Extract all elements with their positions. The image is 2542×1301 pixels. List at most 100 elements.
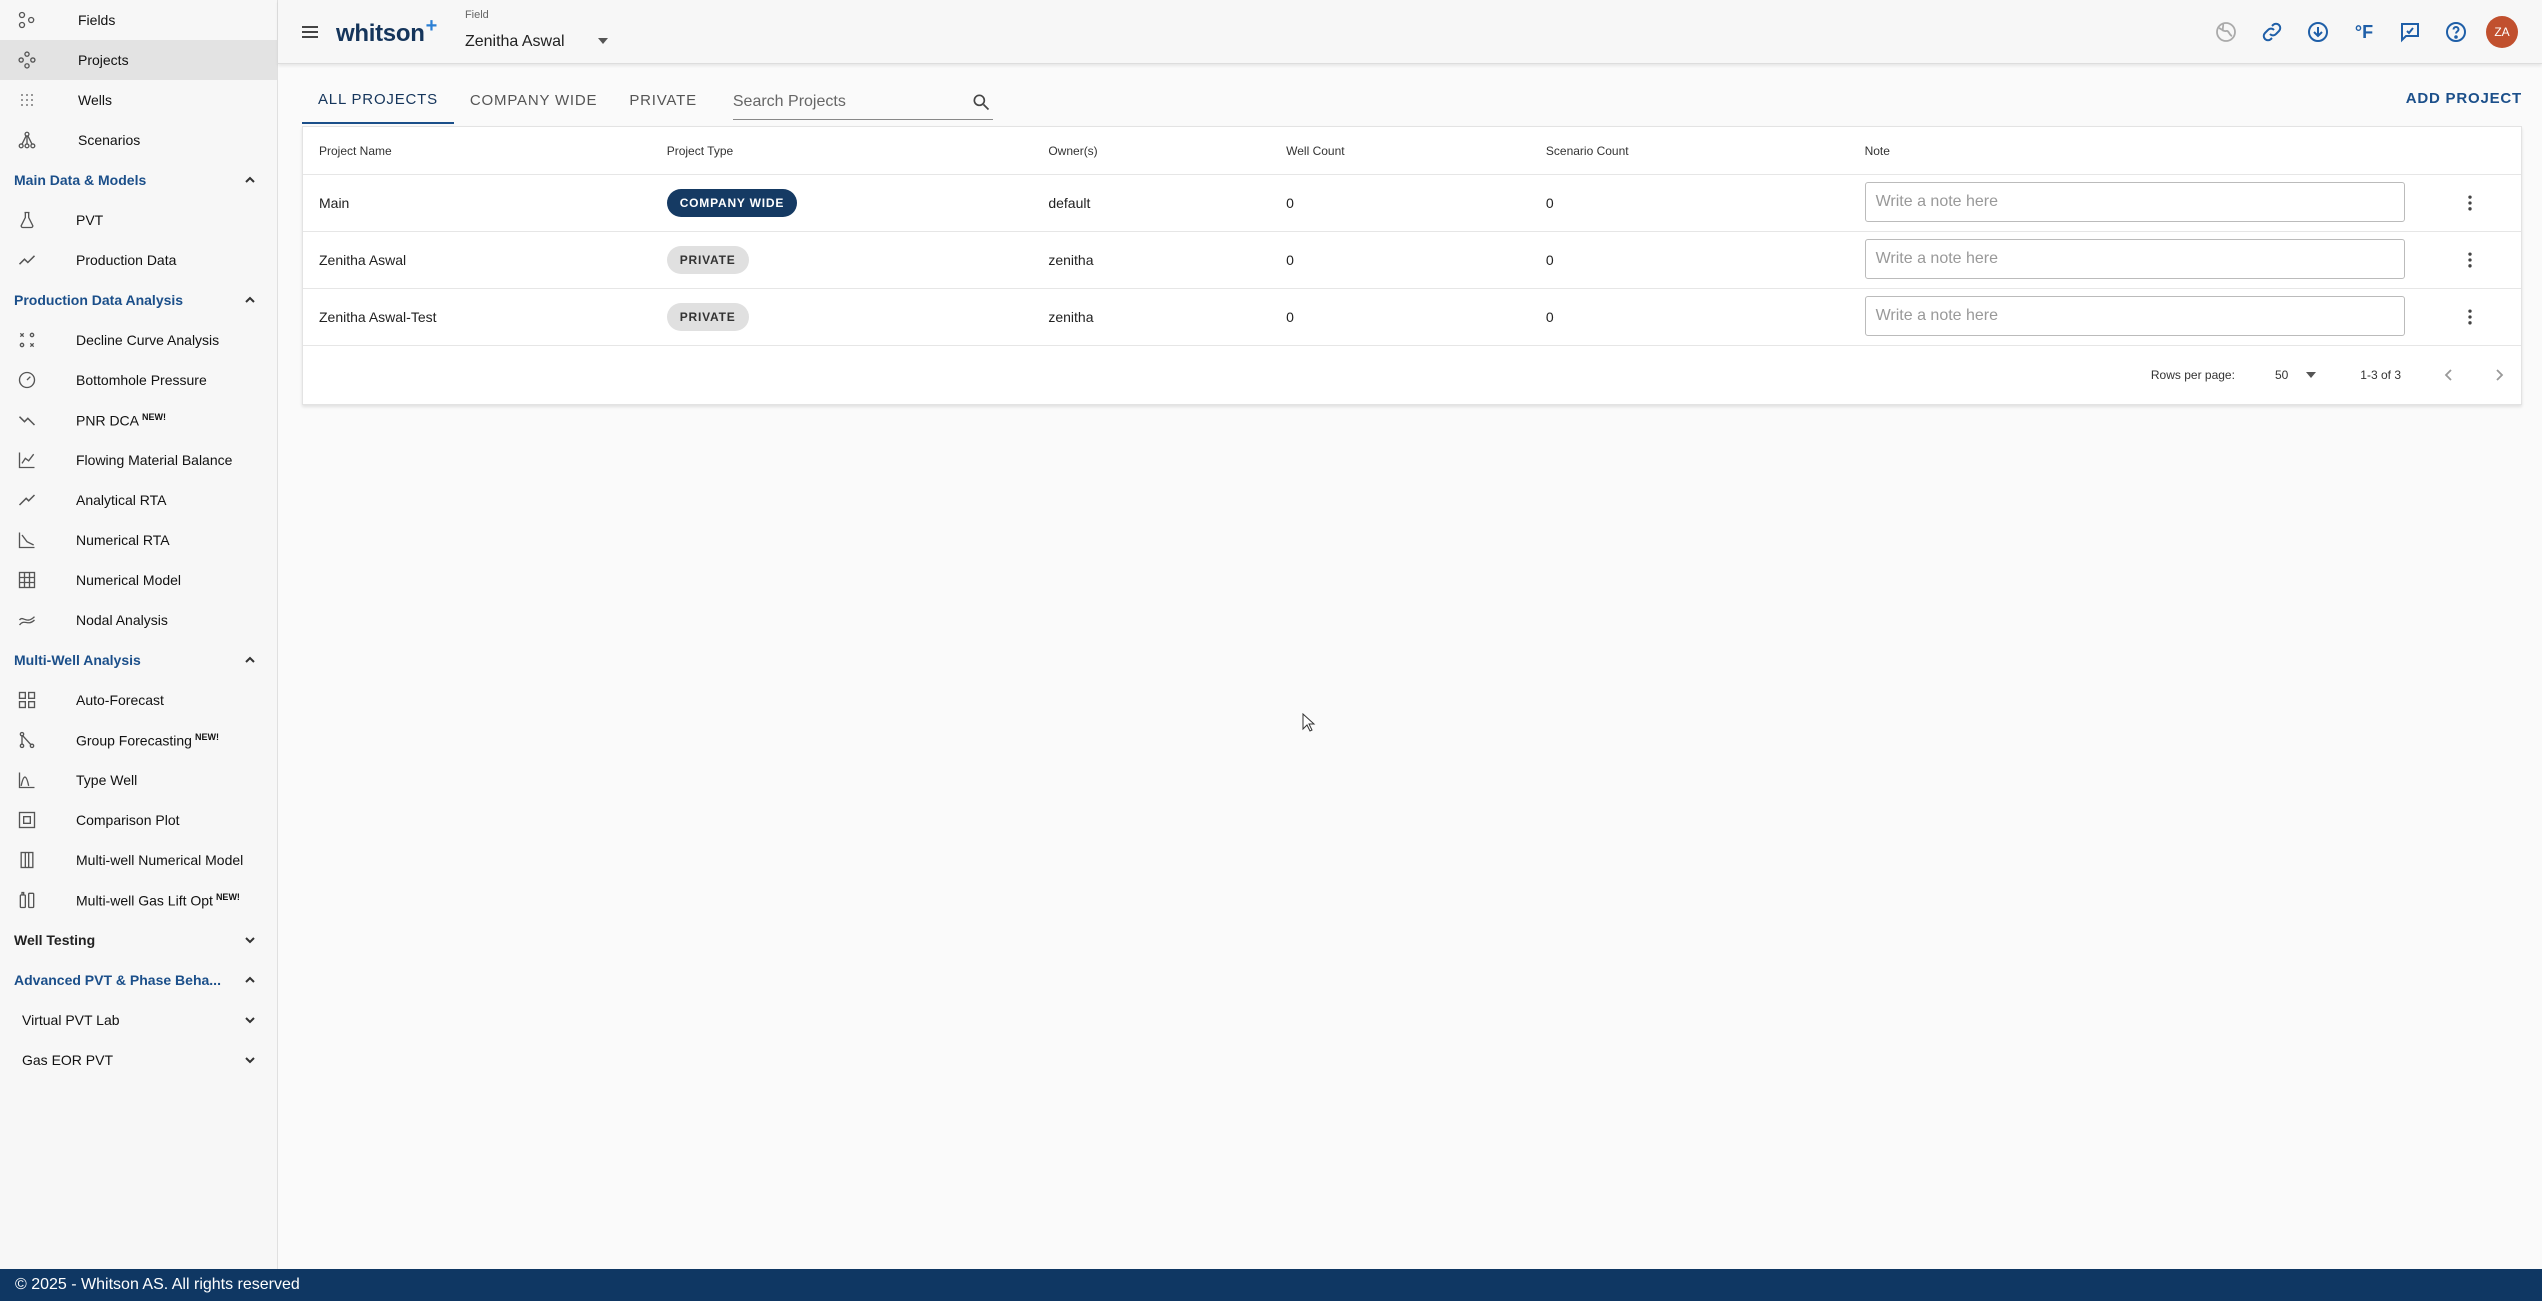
scenario-count: 0 [1545,195,1554,211]
chevron-right-icon[interactable] [2491,367,2507,383]
field-value: Zenitha Aswal [464,32,565,50]
project-name[interactable]: Zenitha Aswal-Test [303,309,667,325]
add-project-button[interactable]: ADD PROJECT [2406,90,2522,107]
column-header[interactable]: Note [1865,144,2420,158]
temperature-unit-icon[interactable]: °F [2348,16,2380,48]
search-input[interactable] [732,80,953,118]
section-well-testing[interactable]: Well Testing [0,920,277,960]
chevron-up-icon [245,296,255,303]
table-row[interactable]: Main COMPANY WIDE default 0 0 [303,175,2521,232]
sidebar-item-pnr-dca[interactable]: PNR DCA NEW! [0,400,277,440]
sidebar-item-pvt[interactable]: PVT [0,200,277,240]
section-production-data-analysis[interactable]: Production Data Analysis [0,280,277,320]
project-name[interactable]: Zenitha Aswal [303,252,667,268]
logo-text: whitson [336,20,425,47]
sidebar-item-label: Projects [78,52,129,68]
new-badge: NEW! [215,891,240,902]
sidebar-item-label: Flowing Material Balance [76,452,233,468]
bell-curve-icon [16,769,38,791]
sidebar-item-label-wrap: Group Forecasting NEW! [76,732,219,749]
well-count: 0 [1286,252,1294,268]
sidebar-item-production-data[interactable]: Production Data [0,240,277,280]
avatar[interactable]: ZA [2486,16,2518,48]
branch-icon [16,729,38,751]
project-type-cell: PRIVATE [666,246,1049,274]
tab-all-projects[interactable]: ALL PROJECTS [302,76,454,124]
projects-table: Project Name Project Type Owner(s) Well … [302,126,2522,405]
column-header[interactable]: Project Name [303,144,667,158]
tab-company-wide[interactable]: COMPANY WIDE [454,76,613,124]
sidebar-item-scenarios[interactable]: Scenarios [0,120,277,160]
chevron-down-icon [245,1017,255,1024]
trend-line-icon [16,489,38,511]
sidebar-item-label: Production Data [76,252,177,268]
compare-plot-icon [16,809,38,831]
note-field[interactable] [1864,238,2405,279]
scenario-count: 0 [1545,252,1554,268]
sidebar-item-group-forecasting[interactable]: Group Forecasting NEW! [0,720,277,760]
app-logo[interactable]: whitson+ [336,15,437,48]
section-advanced-pvt[interactable]: Advanced PVT & Phase Beha... [0,960,277,1000]
sidebar-item-fields[interactable]: Fields [0,0,277,40]
sidebar-item-projects[interactable]: Projects [0,40,277,80]
sidebar-item-label: Type Well [76,772,138,788]
sidebar-item-numerical-model[interactable]: Numerical Model [0,560,277,600]
project-type-cell: COMPANY WIDE [666,189,1049,217]
column-header[interactable]: Well Count [1286,144,1546,158]
more-vert-icon[interactable] [2460,307,2480,327]
sidebar-item-flowing-material-balance[interactable]: Flowing Material Balance [0,440,277,480]
project-owner: zenitha [1048,309,1094,325]
sidebar-item-nodal-analysis[interactable]: Nodal Analysis [0,600,277,640]
feedback-icon[interactable] [2394,16,2426,48]
column-header[interactable]: Project Type [667,144,1049,158]
sidebar-sub-virtual-pvt-lab[interactable]: Virtual PVT Lab [0,1000,277,1040]
chart-decline-icon [16,529,38,551]
sidebar-item-auto-forecast[interactable]: Auto-Forecast [0,680,277,720]
sidebar-item-type-well[interactable]: Type Well [0,760,277,800]
section-title: Main Data & Models [14,172,147,188]
project-name[interactable]: Main [303,195,667,211]
project-type-badge: PRIVATE [666,246,749,274]
note-field[interactable] [1864,181,2405,222]
chevron-down-icon [245,937,255,944]
tab-private[interactable]: PRIVATE [613,76,713,124]
more-vert-icon[interactable] [2460,193,2480,213]
sidebar-item-multi-well-gas-lift-opt[interactable]: Multi-well Gas Lift Opt NEW! [0,880,277,920]
table-row[interactable]: Zenitha Aswal-Test PRIVATE zenitha 0 0 [303,289,2521,346]
column-header[interactable]: Scenario Count [1546,144,1865,158]
more-vert-icon[interactable] [2460,250,2480,270]
note-field[interactable] [1864,295,2405,336]
help-icon[interactable] [2440,16,2472,48]
section-multi-well-analysis[interactable]: Multi-Well Analysis [0,640,277,680]
scatter-cross-icon [16,329,38,351]
sidebar-item-wells[interactable]: Wells [0,80,277,120]
caret-down-icon [2306,372,2317,378]
row-actions [2419,307,2521,327]
chevron-left-icon[interactable] [2441,367,2457,383]
menu-icon[interactable] [298,20,322,44]
chart-lines-icon [16,449,38,471]
sidebar-item-label: Decline Curve Analysis [76,332,220,348]
curves-icon [16,609,38,631]
note-cell [1864,181,2420,225]
sidebar-item-label-wrap: Multi-well Gas Lift Opt NEW! [76,892,240,909]
globe-icon[interactable] [2210,16,2242,48]
rows-per-page-select[interactable]: 50 [2275,368,2317,382]
sidebar-item-numerical-rta[interactable]: Numerical RTA [0,520,277,560]
sidebar-item-label: Wells [78,92,112,108]
link-icon[interactable] [2256,16,2288,48]
sidebar-item-decline-curve-analysis[interactable]: Decline Curve Analysis [0,320,277,360]
sidebar-item-analytical-rta[interactable]: Analytical RTA [0,480,277,520]
project-type-badge: PRIVATE [666,303,749,331]
field-select[interactable]: Field Zenitha Aswal [465,5,615,59]
table-row[interactable]: Zenitha Aswal PRIVATE zenitha 0 0 [303,232,2521,289]
search-icon[interactable] [971,92,991,112]
sidebar-item-multi-well-numerical-model[interactable]: Multi-well Numerical Model [0,840,277,880]
section-main-data[interactable]: Main Data & Models [0,160,277,200]
field-label: Field [464,8,489,21]
sidebar-item-bottomhole-pressure[interactable]: Bottomhole Pressure [0,360,277,400]
sidebar-item-comparison-plot[interactable]: Comparison Plot [0,800,277,840]
sidebar-sub-gas-eor-pvt[interactable]: Gas EOR PVT [0,1040,277,1080]
column-header[interactable]: Owner(s) [1048,144,1286,158]
download-icon[interactable] [2302,16,2334,48]
